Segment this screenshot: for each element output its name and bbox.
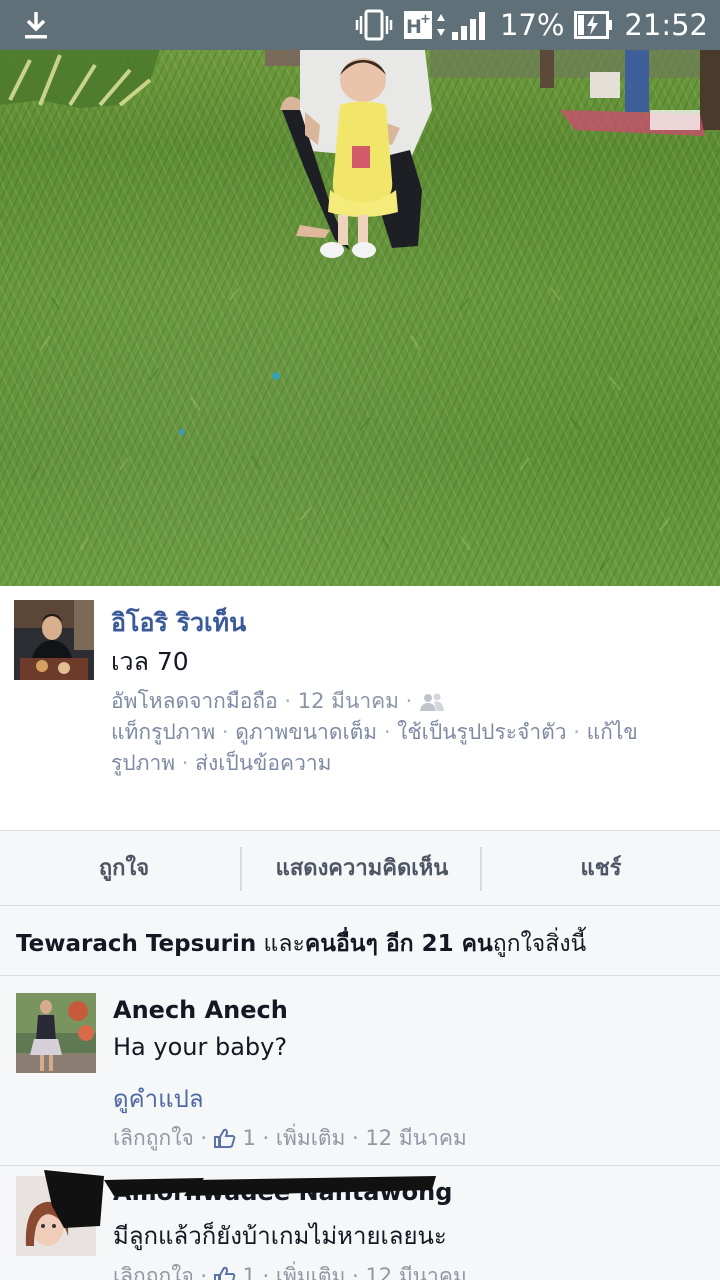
comment-item: Anech Anech Ha your baby? ดูคำแปล เลิกถู…	[0, 976, 720, 1166]
thumbs-up-icon	[213, 1128, 236, 1148]
action-bar: ถูกใจ แสดงความคิดเห็น แชร์	[0, 830, 720, 906]
like-count[interactable]: 1	[242, 1126, 255, 1150]
likes-others[interactable]: คนอื่นๆ อีก 21 คน	[305, 931, 493, 957]
post-photo[interactable]	[0, 50, 720, 586]
unlike-link[interactable]: เลิกถูกใจ	[113, 1264, 194, 1280]
commenter-avatar[interactable]	[16, 993, 96, 1073]
download-icon	[25, 12, 47, 39]
post-meta: อัพโหลดจากมือถือ · 12 มีนาคม · แท็กรูปภา…	[111, 689, 638, 775]
author-name[interactable]: อิโอริ ริวเท็น	[111, 603, 246, 643]
upload-source[interactable]: อัพโหลดจากมือถือ	[111, 689, 278, 713]
share-button[interactable]: แชร์	[482, 831, 720, 907]
like-count[interactable]: 1	[242, 1264, 255, 1280]
post-header: อิโอริ ริวเท็น เวล 70 อัพโหลดจากมือถือ ·…	[0, 586, 720, 830]
comments-list: Anech Anech Ha your baby? ดูคำแปล เลิกถู…	[0, 976, 720, 1280]
comment-button[interactable]: แสดงความคิดเห็น	[242, 831, 482, 907]
clock: 21:52	[624, 8, 708, 42]
more-link[interactable]: เพิ่มเติม	[276, 1264, 346, 1280]
comment-date: 12 มีนาคม	[365, 1126, 467, 1150]
commenter-name[interactable]: Anech Anech	[113, 996, 288, 1024]
svg-text:+: +	[420, 12, 431, 27]
comment-date: 12 มีนาคม	[365, 1264, 467, 1280]
comment-item: Amornwadee Nantawong มีลูกแล้วก็ยังบ้าเก…	[0, 1166, 720, 1280]
make-profile-picture-link[interactable]: ใช้เป็นรูปประจำตัว	[397, 720, 566, 744]
like-button[interactable]: ถูกใจ	[0, 831, 248, 907]
more-link[interactable]: เพิ่มเติม	[276, 1126, 346, 1150]
comment-meta: เลิกถูกใจ · 1 · เพิ่มเติม · 12 มีนาคม	[113, 1126, 467, 1150]
friends-icon	[420, 693, 445, 711]
liker-name[interactable]: Tewarach Tepsurin	[16, 931, 256, 957]
likes-and: และ	[256, 931, 305, 957]
unlike-link[interactable]: เลิกถูกใจ	[113, 1126, 194, 1150]
post-date[interactable]: 12 มีนาคม	[298, 689, 399, 713]
comment-text: มีลูกแล้วก็ยังบ้าเกมไม่หายเลยนะ	[113, 1222, 447, 1250]
view-full-size-link[interactable]: ดูภาพขนาดเต็ม	[235, 720, 377, 744]
post-caption: เวล 70	[111, 647, 189, 676]
see-translation-link[interactable]: ดูคำแปล	[113, 1079, 204, 1118]
vibrate-icon	[355, 9, 393, 41]
tag-photo-link[interactable]: แท็กรูปภาพ	[111, 720, 215, 744]
hplus-signal-icon: H +	[403, 11, 485, 40]
send-as-message-link[interactable]: ส่งเป็นข้อความ	[195, 751, 331, 775]
comment-meta: เลิกถูกใจ · 1 · เพิ่มเติม · 12 มีนาคม	[113, 1260, 467, 1280]
comment-text: Ha your baby?	[113, 1033, 288, 1061]
likes-suffix: ถูกใจสิ่งนี้	[492, 931, 587, 957]
battery-percent: 17%	[499, 8, 565, 42]
author-avatar[interactable]	[14, 600, 94, 680]
status-bar: H + 17% 21:52	[0, 0, 720, 50]
likes-summary[interactable]: Tewarach Tepsurin และคนอื่นๆ อีก 21 คนถู…	[0, 906, 720, 976]
thumbs-up-icon	[213, 1266, 236, 1280]
battery-charging-icon	[574, 11, 613, 39]
